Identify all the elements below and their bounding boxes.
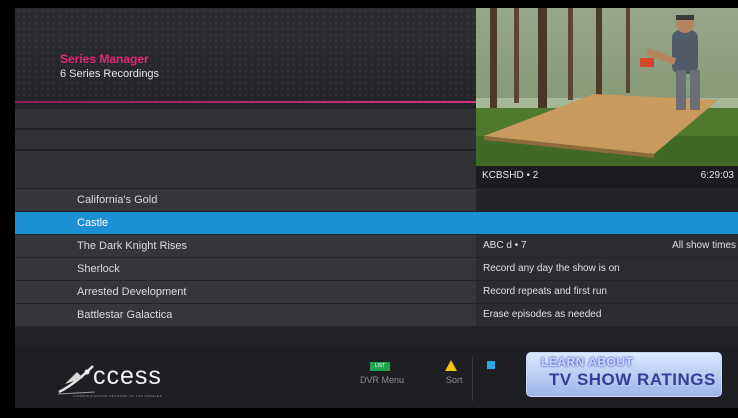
series-title: The Dark Knight Rises <box>77 240 188 252</box>
list-item[interactable]: Sherlock Record any day the show is on <box>15 258 738 281</box>
detail-show-times: All show times <box>672 240 736 251</box>
tv-ratings-banner[interactable]: LEARN ABOUT TV SHOW RATINGS <box>526 352 722 397</box>
blue-option-button-icon[interactable] <box>487 361 495 369</box>
dvr-menu-label[interactable]: DVR Menu <box>360 375 404 385</box>
list-item[interactable]: Battlestar Galactica Erase episodes as n… <box>15 304 738 327</box>
page-title: Series Manager <box>60 52 149 66</box>
logo-text: ccess <box>93 362 162 390</box>
logo-swoosh-icon <box>57 365 96 395</box>
logo-tagline: COMMUNICATIONS NETWORK OF LOS ANGELES <box>73 394 163 398</box>
detail-erase-rule: Erase episodes as needed <box>483 309 602 320</box>
list-item[interactable]: Arrested Development Record repeats and … <box>15 281 738 304</box>
series-title: Castle <box>77 217 109 229</box>
empty-row <box>15 168 476 188</box>
empty-row <box>15 130 476 149</box>
footer-divider <box>472 357 473 401</box>
screen: Series Manager 6 Series Recordings KCBSH… <box>0 0 738 418</box>
video-frame-image <box>476 8 738 166</box>
series-title: Battlestar Galactica <box>77 309 173 321</box>
list-item[interactable]: California's Gold <box>15 189 738 212</box>
detail-record-rule: Record any day the show is on <box>483 263 620 274</box>
list-button[interactable]: LIST <box>370 362 390 371</box>
empty-row <box>15 109 476 128</box>
banner-main-text: TV SHOW RATINGS <box>549 370 716 389</box>
header-panel: Series Manager 6 Series Recordings <box>15 8 476 101</box>
detail-episodes-rule: Record repeats and first run <box>483 286 607 297</box>
series-manager-frame: Series Manager 6 Series Recordings KCBSH… <box>15 8 738 408</box>
series-list: California's Gold Castle The Dark Knight… <box>15 189 738 327</box>
series-title: California's Gold <box>77 194 158 206</box>
header-divider <box>15 101 476 103</box>
playback-time: 6:29:03 <box>700 170 734 181</box>
access-logo: ccess COMMUNICATIONS NETWORK OF LOS ANGE… <box>57 362 217 402</box>
list-item-selected[interactable]: Castle <box>15 212 738 235</box>
footer-bar: ccess COMMUNICATIONS NETWORK OF LOS ANGE… <box>15 347 738 408</box>
series-title: Arrested Development <box>77 286 187 298</box>
list-item[interactable]: The Dark Knight Rises ABC d • 7 All show… <box>15 235 738 258</box>
series-title: Sherlock <box>77 263 120 275</box>
banner-headline: LEARN ABOUT <box>541 355 634 369</box>
live-tv-preview[interactable] <box>476 8 738 166</box>
channel-label: KCBSHD • 2 <box>482 170 539 181</box>
detail-bg <box>476 189 738 211</box>
detail-channel: ABC d • 7 <box>483 240 527 251</box>
recordings-count: 6 Series Recordings <box>60 68 160 80</box>
detail-bg <box>476 212 738 234</box>
sort-label[interactable]: Sort <box>446 375 463 385</box>
warning-triangle-icon[interactable] <box>445 360 457 371</box>
